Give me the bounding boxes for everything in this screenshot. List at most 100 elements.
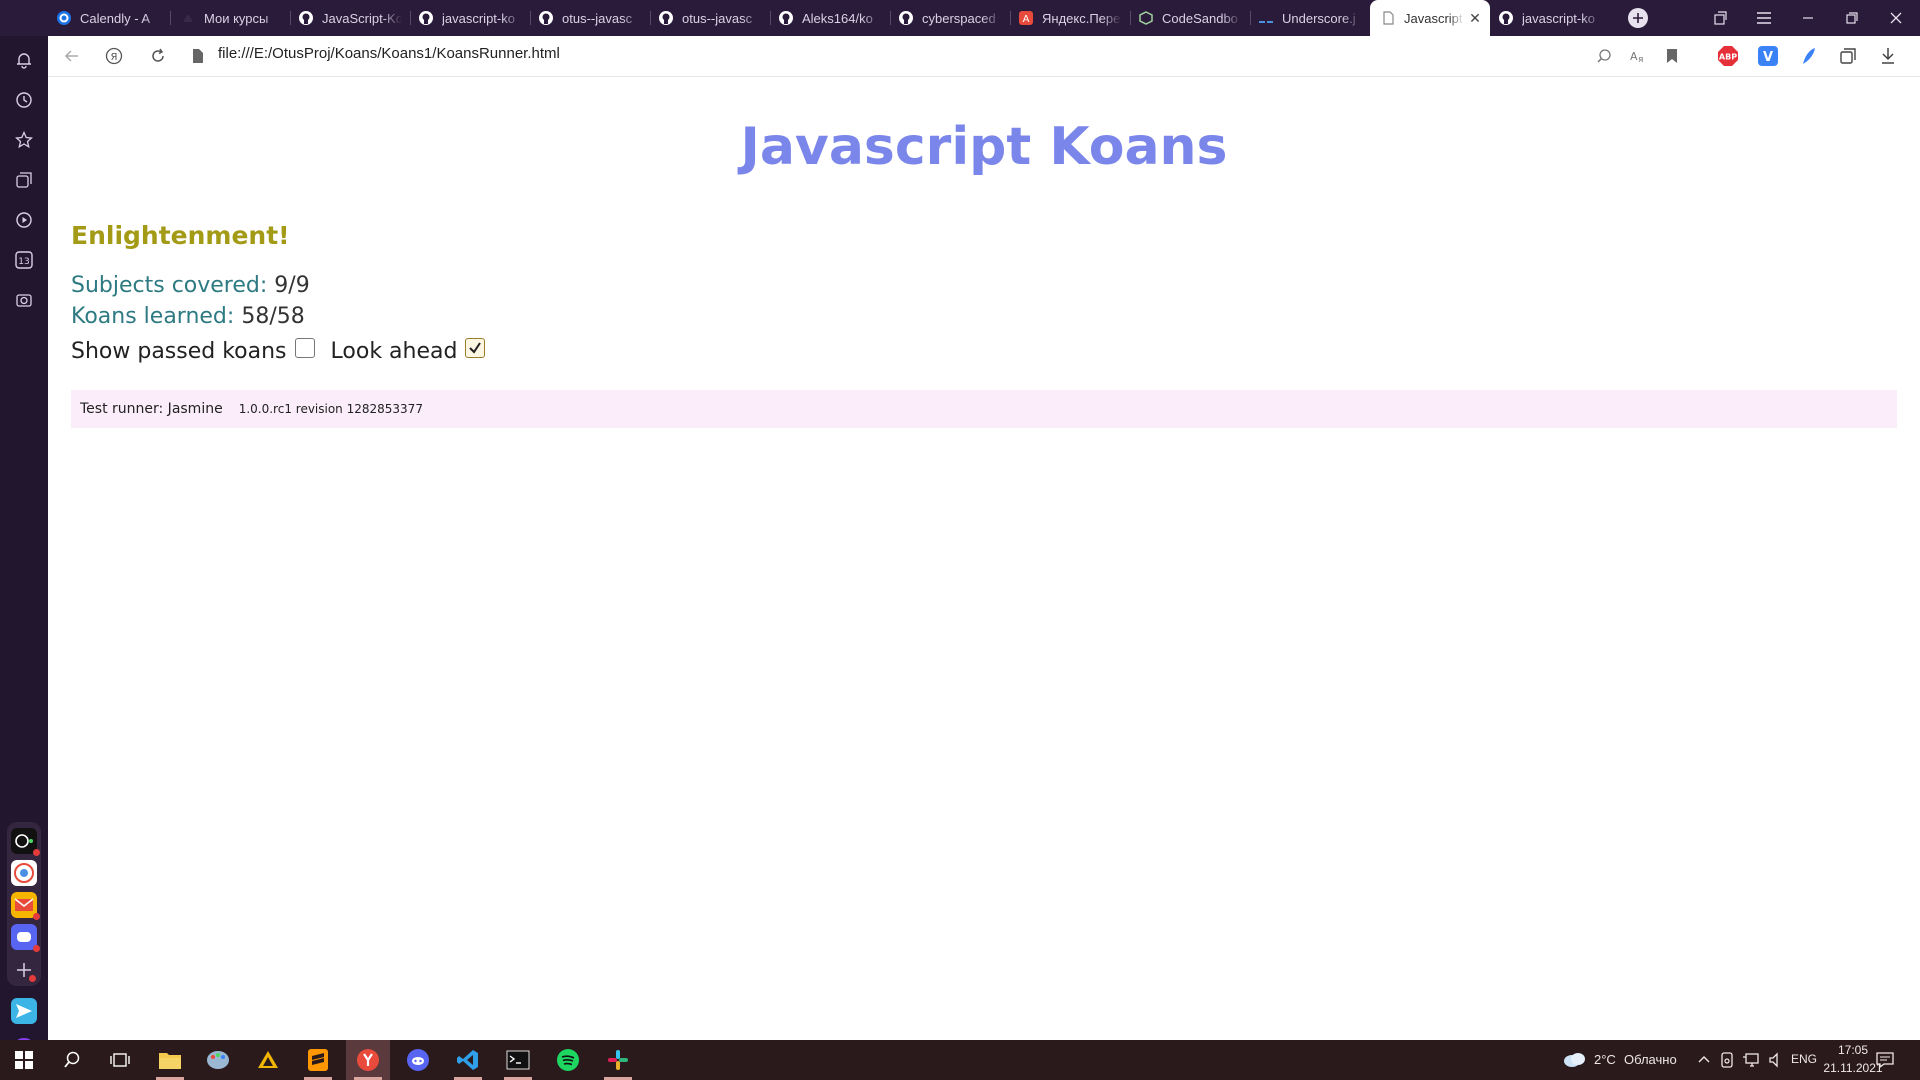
- taskbar-slack[interactable]: [596, 1040, 640, 1080]
- taskbar-paint[interactable]: [196, 1040, 240, 1080]
- minimize-button[interactable]: [1786, 0, 1830, 36]
- clock-date[interactable]: 21.11.2021: [1822, 1061, 1884, 1075]
- keyboard-language[interactable]: ENG: [1791, 1052, 1817, 1066]
- terminal-icon: [506, 1050, 530, 1070]
- sidebar-notifications[interactable]: [10, 46, 38, 74]
- taskbar-sublime-text[interactable]: [296, 1040, 340, 1080]
- v-extension[interactable]: V: [1756, 44, 1780, 68]
- search-icon: [1597, 49, 1611, 63]
- device-icon[interactable]: [1720, 1052, 1734, 1068]
- svg-text:A: A: [1023, 14, 1030, 25]
- koans-label: Koans learned:: [71, 304, 235, 329]
- start-button[interactable]: [2, 1040, 46, 1080]
- tab-label: javascript-ko: [442, 10, 515, 26]
- taskbar-discord[interactable]: [396, 1040, 440, 1080]
- tab-github-6[interactable]: cyberspaced: [898, 0, 1002, 36]
- tab-github-4[interactable]: otus--javasc: [658, 0, 762, 36]
- taskbar-arduino[interactable]: [246, 1040, 290, 1080]
- tab-github-2[interactable]: javascript-ko: [418, 0, 522, 36]
- tab-underscore[interactable]: Underscore.j: [1258, 0, 1362, 36]
- weather-description[interactable]: Облачно: [1624, 1052, 1677, 1067]
- chevron-up-icon[interactable]: [1698, 1054, 1710, 1064]
- taskbar-file-explorer[interactable]: [148, 1040, 192, 1080]
- sidebar-app-mail[interactable]: [11, 892, 40, 920]
- sidebar-app-chat[interactable]: [11, 860, 37, 886]
- tab-bar: Calendly - A Мои курсы JavaScript-Ko jav…: [0, 0, 1920, 36]
- volume-icon[interactable]: [1768, 1052, 1784, 1068]
- page-info-button[interactable]: [184, 42, 212, 70]
- notifications-icon[interactable]: [1876, 1052, 1894, 1068]
- codesandbox-icon: [1138, 10, 1154, 26]
- adblock-extension[interactable]: ABP: [1716, 44, 1740, 68]
- sidebar-calendar[interactable]: 13: [10, 246, 38, 274]
- close-tab-icon[interactable]: ✕: [1468, 11, 1482, 25]
- svg-text:я: я: [1638, 55, 1643, 64]
- bookmark-button[interactable]: [1660, 44, 1684, 68]
- reload-button[interactable]: [144, 42, 172, 70]
- sidebar-collections[interactable]: [10, 166, 38, 194]
- task-view-button[interactable]: [98, 1040, 142, 1080]
- translate-button[interactable]: Aя: [1626, 44, 1650, 68]
- calendar-badge: 13: [18, 257, 29, 267]
- tab-yandex-translate[interactable]: A Яндекс.Пере: [1018, 0, 1122, 36]
- sidebar-add-app[interactable]: [10, 956, 38, 984]
- tab-github-1[interactable]: JavaScript-Ko: [298, 0, 402, 36]
- taskbar-terminal[interactable]: [496, 1040, 540, 1080]
- downloads-button[interactable]: [1876, 44, 1900, 68]
- play-icon: [16, 212, 32, 228]
- sidebar-video[interactable]: [10, 206, 38, 234]
- sidebar-screenshot[interactable]: [10, 286, 38, 314]
- subjects-label: Subjects covered:: [71, 273, 268, 298]
- github-icon: [1498, 10, 1514, 26]
- svg-text:Я: Я: [111, 52, 118, 63]
- taskbar-vscode[interactable]: [446, 1040, 490, 1080]
- camera-icon: [16, 294, 32, 307]
- star-icon: [15, 131, 33, 149]
- github-icon: [778, 10, 794, 26]
- restore-button[interactable]: [1830, 0, 1874, 36]
- notification-dot: [33, 945, 40, 952]
- network-icon[interactable]: [1742, 1052, 1760, 1068]
- weather-temperature[interactable]: 2°C: [1594, 1052, 1616, 1067]
- collections-button[interactable]: [1836, 44, 1860, 68]
- tab-separator: [890, 11, 891, 25]
- page-content: Javascript Koans Enlightenment! Subjects…: [48, 77, 1920, 1040]
- search-on-page-button[interactable]: [1592, 44, 1616, 68]
- download-icon: [1882, 48, 1894, 64]
- close-window-button[interactable]: [1874, 0, 1918, 36]
- vscode-icon: [457, 1050, 478, 1070]
- sidebar-bookmarks[interactable]: [10, 126, 38, 154]
- tab-github-5[interactable]: Aleks164/ko: [778, 0, 882, 36]
- sidebar-history[interactable]: [10, 86, 38, 114]
- tab-github-3[interactable]: otus--javasc: [538, 0, 642, 36]
- menu-button[interactable]: [1742, 0, 1786, 36]
- github-icon: [298, 10, 314, 26]
- clock-time[interactable]: 17:05: [1822, 1043, 1884, 1057]
- taskbar-spotify[interactable]: [546, 1040, 590, 1080]
- yandex-button[interactable]: Я: [100, 42, 128, 70]
- address-url[interactable]: file:///E:/OtusProj/Koans/Koans1/KoansRu…: [218, 45, 560, 62]
- taskbar-yandex-browser[interactable]: [346, 1040, 390, 1080]
- back-button[interactable]: [58, 42, 86, 70]
- chat-icon: [14, 863, 34, 883]
- v-extension-label: V: [1763, 50, 1773, 65]
- sidebar-app-messenger[interactable]: [11, 924, 40, 952]
- adblock-icon: ABP: [1718, 46, 1738, 66]
- tab-javascript-koans-active[interactable]: Javascript ✕: [1370, 0, 1490, 36]
- tab-calendly[interactable]: Calendly - A: [56, 0, 166, 36]
- slack-icon: [608, 1050, 628, 1070]
- tab-github-7[interactable]: javascript-ko: [1498, 0, 1602, 36]
- weather-icon[interactable]: [1562, 1050, 1586, 1068]
- collections-icon: [16, 172, 32, 188]
- tabs-collection-button[interactable]: [1698, 0, 1742, 36]
- feather-extension[interactable]: [1796, 44, 1820, 68]
- show-passed-checkbox[interactable]: [294, 337, 315, 358]
- tab-codesandbox[interactable]: CodeSandbo: [1138, 0, 1242, 36]
- new-tab-button[interactable]: [1616, 0, 1660, 36]
- sidebar-app-send[interactable]: [11, 998, 37, 1024]
- tab-separator: [1130, 11, 1131, 25]
- taskbar-search[interactable]: [50, 1040, 94, 1080]
- look-ahead-checkbox[interactable]: [465, 337, 486, 358]
- tab-courses[interactable]: Мои курсы: [180, 0, 284, 36]
- sidebar-app-timer[interactable]: [11, 828, 40, 856]
